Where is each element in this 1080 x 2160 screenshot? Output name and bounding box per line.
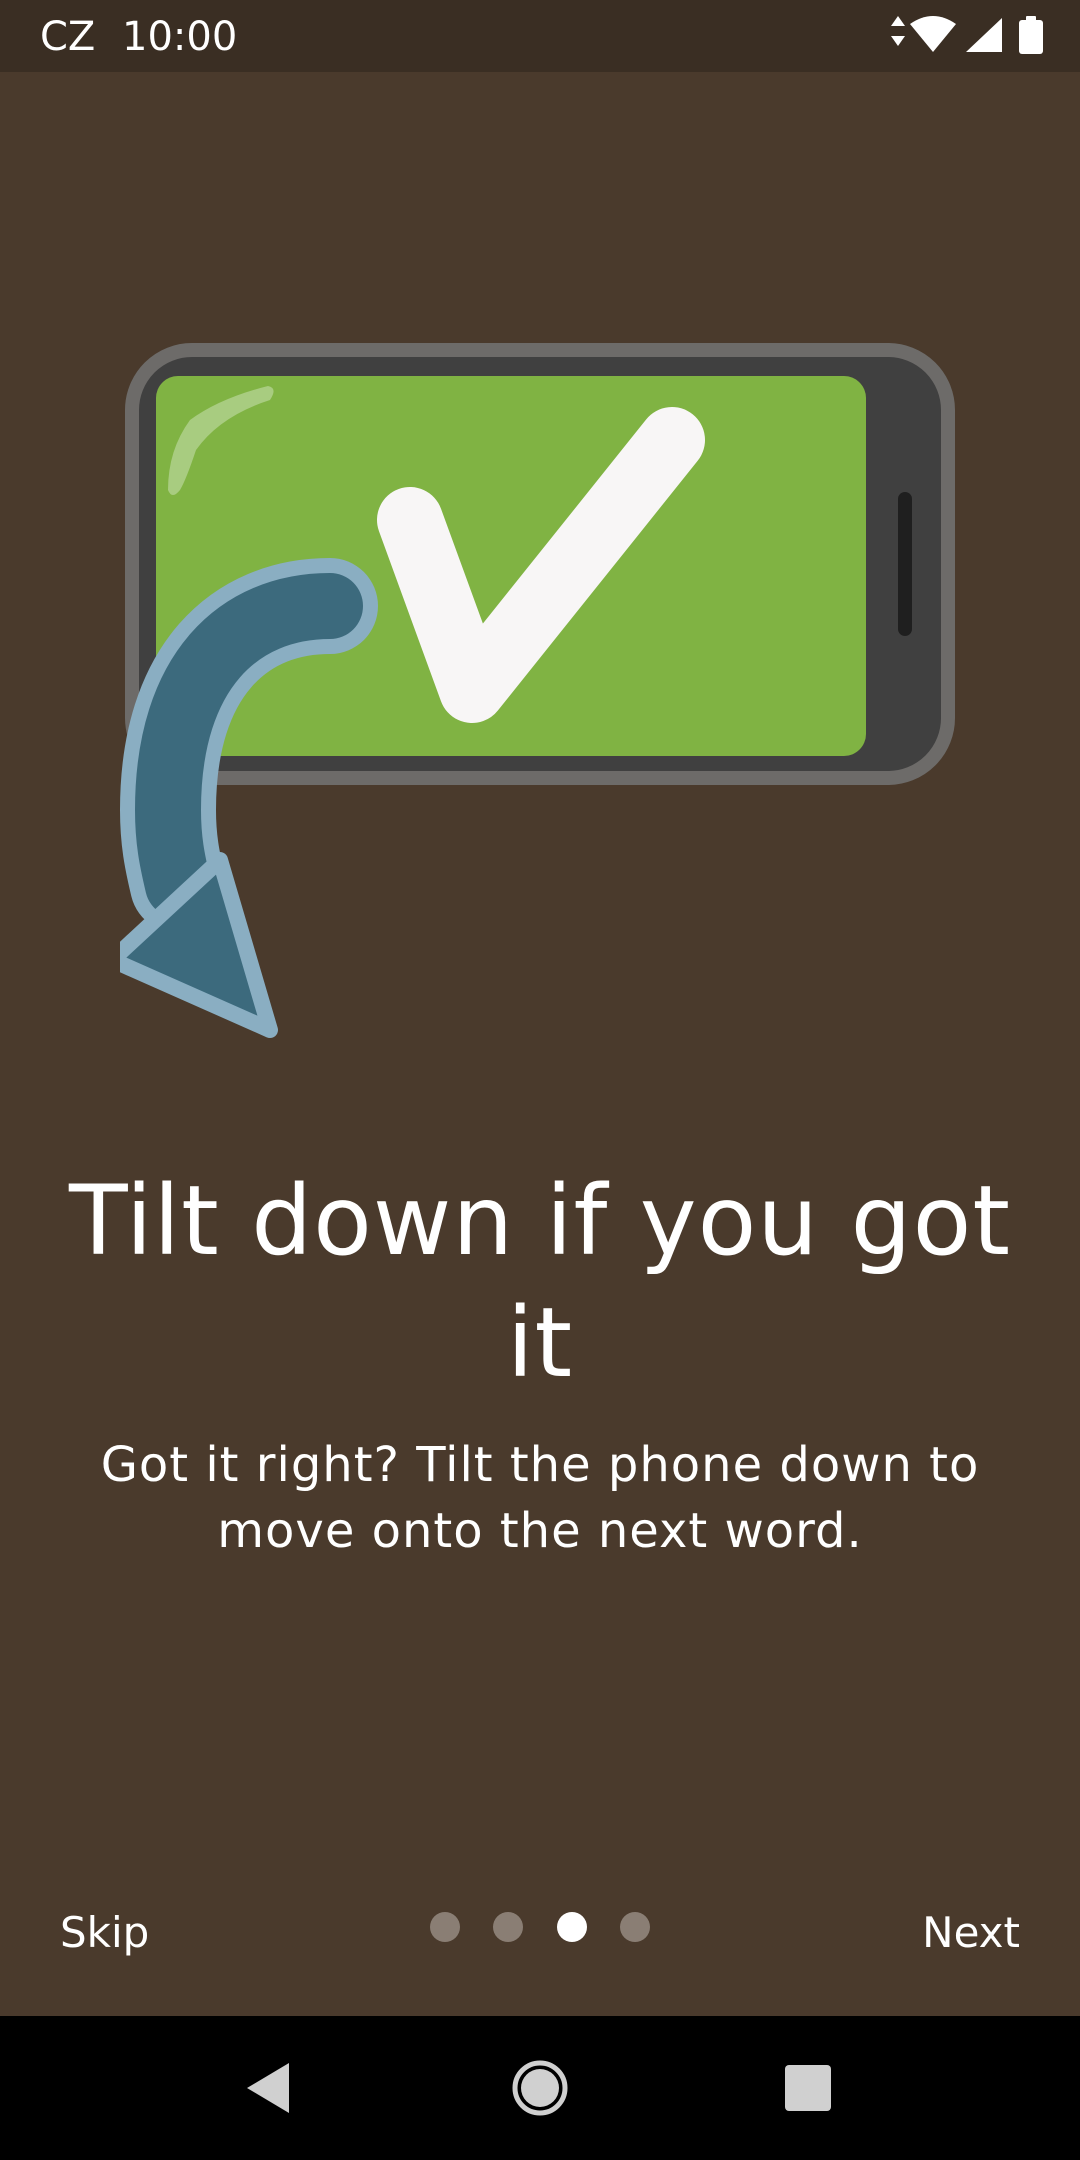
signal-icon [966,18,1002,52]
page-indicator [430,1911,650,1943]
tilt-down-illustration [104,340,960,1080]
page-dot-1[interactable] [430,1912,460,1942]
page-dot-3-active[interactable] [556,1912,587,1942]
status-bar: CZ 10:00 [0,0,1080,72]
carrier-label: CZ [40,14,96,60]
home-icon [512,2060,568,2116]
status-icons [878,14,1058,60]
page-dot-2[interactable] [493,1912,524,1942]
data-arrows-icon [891,16,905,46]
system-navigation-bar [0,2016,1080,2160]
skip-button[interactable]: Skip [46,1898,163,1967]
recents-button[interactable] [776,2056,840,2120]
home-button[interactable] [508,2056,572,2120]
onboarding-screen: CZ 10:00 Tilt down if you got it Got it … [0,0,1080,2160]
back-button[interactable] [236,2056,300,2120]
onboarding-title: Tilt down if you got it [69,1165,1011,1399]
back-icon [247,2063,289,2113]
recents-icon [785,2065,831,2111]
page-dot-4[interactable] [619,1912,650,1942]
wifi-icon [910,16,956,52]
next-button[interactable]: Next [908,1898,1034,1967]
battery-icon [1019,16,1043,54]
onboarding-description: Got it right? Tilt the phone down to mov… [100,1437,980,1559]
clock: 10:00 [122,14,238,60]
